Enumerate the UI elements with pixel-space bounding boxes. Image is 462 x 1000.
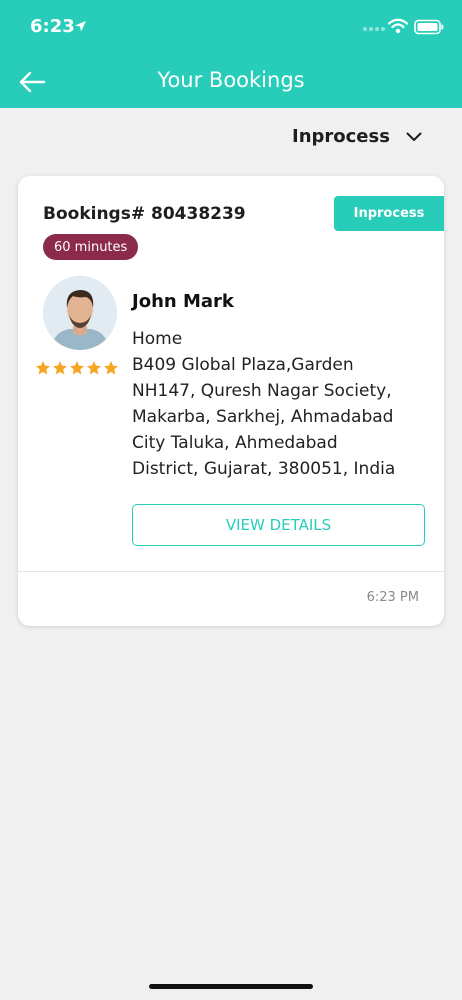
star-icon bbox=[36, 361, 50, 375]
wifi-icon bbox=[388, 18, 408, 34]
customer-photo bbox=[43, 276, 117, 350]
status-time: 6:23 bbox=[30, 16, 75, 37]
location-arrow-icon bbox=[75, 21, 86, 32]
duration-badge: 60 minutes bbox=[43, 234, 139, 260]
address-line: Makarba, Sarkhej, Ahmadabad bbox=[132, 407, 394, 427]
chevron-down-icon bbox=[406, 132, 422, 141]
customer-name: John Mark bbox=[132, 291, 234, 312]
battery-icon bbox=[414, 19, 444, 35]
status-badge: Inprocess bbox=[334, 196, 444, 231]
booking-card: Bookings# 80438239 Inprocess 60 minutes … bbox=[18, 176, 444, 626]
star-icon bbox=[87, 361, 101, 375]
signal-icon bbox=[363, 27, 385, 31]
status-filter-dropdown[interactable]: Inprocess bbox=[292, 126, 422, 147]
address-line: City Taluka, Ahmedabad bbox=[132, 433, 338, 453]
view-details-button[interactable]: VIEW DETAILS bbox=[132, 504, 425, 546]
star-icon bbox=[70, 361, 84, 375]
address-line: NH147, Quresh Nagar Society, bbox=[132, 381, 392, 401]
star-icon bbox=[53, 361, 67, 375]
star-icon bbox=[104, 361, 118, 375]
card-divider bbox=[18, 571, 444, 572]
status-bar: 6:23 bbox=[0, 0, 462, 50]
booking-id: Bookings# 80438239 bbox=[43, 204, 246, 224]
app-header: 6:23 Your Bookings bbox=[0, 0, 462, 108]
avatar bbox=[43, 276, 117, 350]
address-line: B409 Global Plaza,Garden bbox=[132, 355, 354, 375]
booking-time: 6:23 PM bbox=[366, 590, 419, 605]
page-title: Your Bookings bbox=[157, 68, 305, 92]
status-filter-value: Inprocess bbox=[292, 126, 390, 147]
address-type: Home bbox=[132, 329, 183, 349]
home-indicator[interactable] bbox=[149, 984, 313, 989]
star-rating bbox=[35, 360, 119, 376]
address-line: District, Gujarat, 380051, India bbox=[132, 459, 396, 479]
